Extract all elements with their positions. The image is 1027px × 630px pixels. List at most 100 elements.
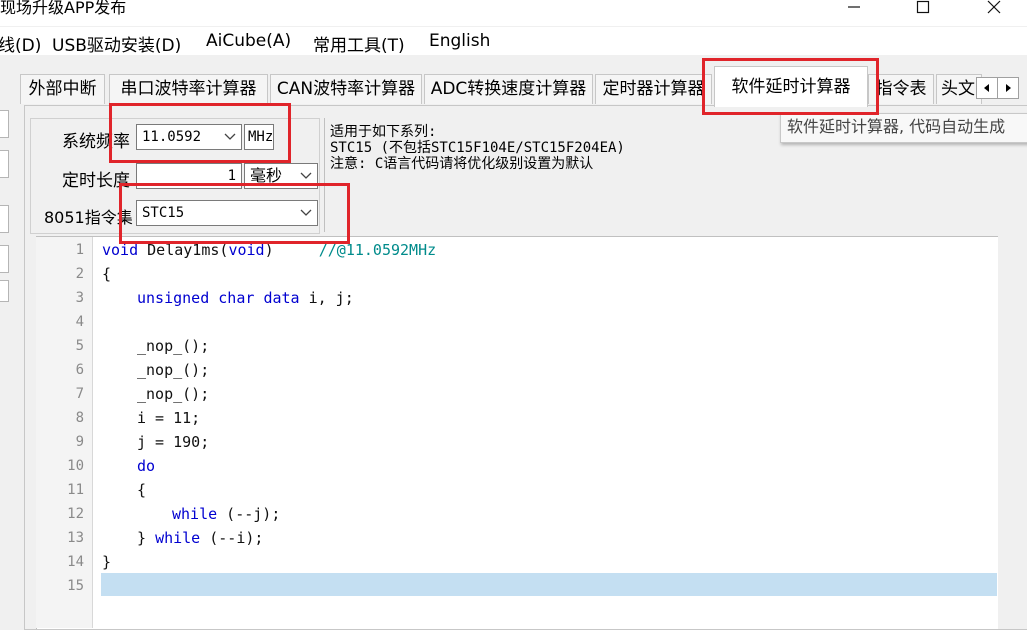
code-token: i, j; bbox=[299, 289, 354, 307]
divider bbox=[324, 118, 325, 232]
delay-unit-value: 毫秒 bbox=[250, 166, 283, 185]
chevron-down-icon bbox=[224, 133, 236, 140]
triangle-left-icon bbox=[984, 84, 989, 92]
code-token: void bbox=[228, 241, 265, 259]
line-number: 12 bbox=[67, 506, 84, 522]
close-button[interactable] bbox=[971, 0, 1017, 18]
sys-freq-unit: MHz bbox=[244, 124, 274, 150]
code-text: j = 190; bbox=[137, 433, 210, 451]
code-text: _nop_(); bbox=[137, 361, 210, 379]
line-number: 1 bbox=[75, 242, 84, 258]
tab-external-interrupt[interactable]: 外部中断 bbox=[20, 74, 105, 104]
left-panel-control[interactable] bbox=[0, 110, 9, 138]
code-line: 13 } while (--i); bbox=[36, 526, 997, 550]
code-token: while bbox=[172, 505, 218, 523]
code-token: data bbox=[263, 289, 300, 307]
menu-item-usb-driver[interactable]: USB驱动安装(D) bbox=[52, 31, 181, 56]
line-number: 6 bbox=[75, 362, 84, 378]
code-comment: //@11.0592MHz bbox=[273, 241, 437, 259]
line-number: 7 bbox=[75, 386, 84, 402]
left-panel-control[interactable] bbox=[0, 280, 9, 302]
maximize-icon bbox=[916, 0, 930, 14]
triangle-right-icon bbox=[1006, 84, 1011, 92]
sys-freq-value: 11.0592 bbox=[142, 129, 202, 145]
code-line: 8 i = 11; bbox=[36, 406, 997, 430]
code-token: void bbox=[102, 241, 139, 259]
code-line: 5 _nop_(); bbox=[36, 334, 997, 358]
line-number: 15 bbox=[67, 578, 84, 594]
code-line: 3 unsigned char data i, j; bbox=[36, 286, 997, 310]
minimize-button[interactable] bbox=[831, 0, 877, 18]
tab-scroll-left-button[interactable] bbox=[976, 77, 998, 99]
code-text: do bbox=[137, 457, 156, 475]
line-number: 3 bbox=[75, 290, 84, 306]
tab-scroll-right-button[interactable] bbox=[997, 77, 1019, 99]
code-line: 2 { bbox=[36, 262, 997, 286]
isa-label: 8051指令集 bbox=[44, 208, 133, 227]
delay-unit-combo[interactable]: 毫秒 bbox=[244, 163, 318, 189]
code-text: { bbox=[102, 265, 112, 283]
menu-item-aicube[interactable]: AiCube(A) bbox=[206, 31, 291, 51]
code-text: } bbox=[102, 553, 112, 571]
left-panel-control[interactable] bbox=[0, 150, 9, 178]
code-token: (--i); bbox=[200, 529, 264, 547]
info-text: 适用于如下系列: STC15 (不包括STC15F104E/STC15F204E… bbox=[330, 124, 625, 172]
line-number: 8 bbox=[75, 410, 84, 426]
isa-combo[interactable]: STC15 bbox=[136, 200, 318, 226]
code-token: } bbox=[137, 529, 156, 547]
line-number: 4 bbox=[75, 314, 84, 330]
code-token: while bbox=[155, 529, 201, 547]
code-line: 9 j = 190; bbox=[36, 430, 997, 454]
tab-uart-baud[interactable]: 串口波特率计算器 bbox=[109, 74, 268, 104]
code-token: (--j); bbox=[217, 505, 281, 523]
tab-software-delay[interactable]: 软件延时计算器 bbox=[714, 66, 868, 107]
code-text: _nop_(); bbox=[137, 337, 210, 355]
code-line: 11 { bbox=[36, 478, 997, 502]
info-line-3: 注意: C语言代码请将优化级别设置为默认 bbox=[330, 156, 594, 172]
maximize-button[interactable] bbox=[900, 0, 946, 18]
chevron-down-icon bbox=[300, 209, 312, 216]
line-number: 11 bbox=[67, 482, 84, 498]
sys-freq-combo[interactable]: 11.0592 bbox=[136, 124, 242, 150]
tooltip: 软件延时计算器, 代码自动生成 bbox=[780, 113, 1027, 143]
menu-item-tools[interactable]: 常用工具(T) bbox=[313, 31, 405, 56]
code-token: char bbox=[218, 289, 255, 307]
minimize-icon bbox=[848, 6, 860, 8]
left-panel-control[interactable] bbox=[0, 205, 9, 233]
code-line: 15 bbox=[36, 574, 997, 598]
line-number: 14 bbox=[67, 554, 84, 570]
window-title: 现场升级APP发布 bbox=[0, 0, 127, 17]
chevron-down-icon bbox=[300, 172, 312, 179]
code-token: ) bbox=[264, 241, 274, 259]
info-line-2: STC15 (不包括STC15F104E/STC15F204EA) bbox=[330, 140, 625, 156]
code-line: 6 _nop_(); bbox=[36, 358, 997, 382]
delay-length-label: 定时长度 bbox=[62, 171, 130, 191]
code-line: 1 void Delay1ms(void) //@11.0592MHz bbox=[36, 238, 997, 262]
code-line: 10 do bbox=[36, 454, 997, 478]
tab-instruction-table[interactable]: 指令表 bbox=[868, 74, 934, 104]
delay-length-input[interactable]: 1 bbox=[136, 163, 242, 189]
code-text: _nop_(); bbox=[137, 385, 210, 403]
code-line: 7 _nop_(); bbox=[36, 382, 997, 406]
isa-value: STC15 bbox=[142, 205, 185, 221]
sys-freq-label: 系统频率 bbox=[62, 132, 130, 152]
code-token: unsigned bbox=[137, 289, 210, 307]
menu-item-english[interactable]: English bbox=[429, 31, 490, 51]
left-panel-edge bbox=[0, 62, 20, 628]
code-line: 14 } bbox=[36, 550, 997, 574]
menu-item-line[interactable]: 线(D) bbox=[0, 31, 41, 56]
code-text: i = 11; bbox=[137, 409, 201, 427]
line-number: 10 bbox=[67, 458, 84, 474]
code-text: { bbox=[137, 481, 147, 499]
tab-timer-calc[interactable]: 定时器计算器 bbox=[595, 74, 712, 104]
line-number: 2 bbox=[75, 266, 84, 282]
tab-can-baud[interactable]: CAN波特率计算器 bbox=[270, 74, 422, 104]
code-line: 12 while (--j); bbox=[36, 502, 997, 526]
line-number: 13 bbox=[67, 530, 84, 546]
tab-adc-speed[interactable]: ADC转换速度计算器 bbox=[424, 74, 593, 104]
line-number: 9 bbox=[75, 434, 84, 450]
info-line-1: 适用于如下系列: bbox=[330, 124, 437, 140]
close-icon bbox=[987, 0, 1001, 14]
left-panel-control[interactable] bbox=[0, 245, 9, 273]
code-line: 4 bbox=[36, 310, 997, 334]
